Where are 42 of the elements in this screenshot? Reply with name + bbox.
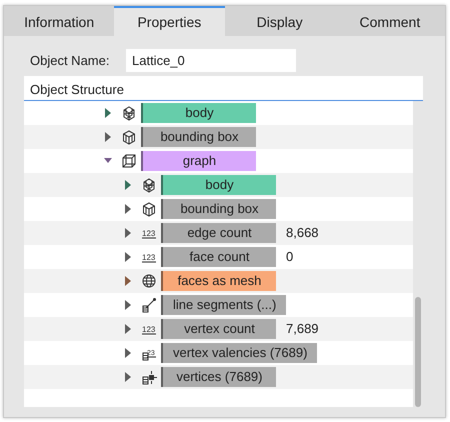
tree-item[interactable]: faces as mesh	[161, 271, 276, 291]
line-segment-icon	[141, 297, 157, 313]
scrollbar-thumb[interactable]	[415, 297, 421, 407]
expand-arrow-icon[interactable]	[124, 204, 132, 214]
tab[interactable]: Display	[224, 6, 335, 36]
object-name-label: Object Name:	[30, 52, 110, 70]
item-value: 8,668	[286, 224, 319, 242]
expand-arrow-icon[interactable]	[124, 372, 132, 382]
tab[interactable]: Comment	[334, 6, 445, 36]
mesh-cube-icon	[141, 177, 157, 193]
tree-item[interactable]: vertices (7689)	[161, 367, 276, 387]
tree-item[interactable]: body	[141, 103, 256, 123]
expand-arrow-icon[interactable]	[124, 276, 132, 286]
expand-arrow-icon[interactable]	[124, 348, 132, 358]
cube-icon	[141, 201, 157, 217]
tree-item[interactable]: edge count	[161, 223, 276, 243]
cube-icon	[121, 129, 137, 145]
vertex-icon	[141, 369, 157, 385]
expand-arrow-icon[interactable]	[104, 108, 112, 118]
wireframe-cube-icon	[121, 153, 137, 169]
mesh-cube-icon	[121, 105, 137, 121]
expand-arrow-icon[interactable]	[124, 300, 132, 310]
tab[interactable]: Properties	[114, 6, 224, 36]
tree-item[interactable]: bounding box	[141, 127, 256, 147]
expand-arrow-icon[interactable]	[104, 132, 112, 142]
expand-arrow-icon[interactable]	[124, 324, 132, 334]
tree-item[interactable]: face count	[161, 247, 276, 267]
tree-item[interactable]: bounding box	[161, 199, 276, 219]
item-value: 0	[286, 248, 294, 266]
tree-item[interactable]: body	[161, 175, 276, 195]
expand-arrow-icon[interactable]	[124, 228, 132, 238]
tree-item[interactable]: vertex valencies (7689)	[161, 343, 318, 363]
tab[interactable]: Information	[4, 6, 114, 36]
item-value: 7,689	[286, 320, 319, 338]
tree-item[interactable]: graph	[141, 151, 256, 171]
object-name-field[interactable]: Lattice_0	[126, 49, 296, 72]
globe-icon	[141, 273, 157, 289]
expand-arrow-icon[interactable]	[124, 180, 132, 190]
tree-item[interactable]: vertex count	[161, 319, 276, 339]
tree-item[interactable]: line segments (...)	[161, 295, 286, 315]
expand-arrow-icon[interactable]	[124, 252, 132, 262]
object-structure-header: Object Structure	[24, 76, 423, 101]
